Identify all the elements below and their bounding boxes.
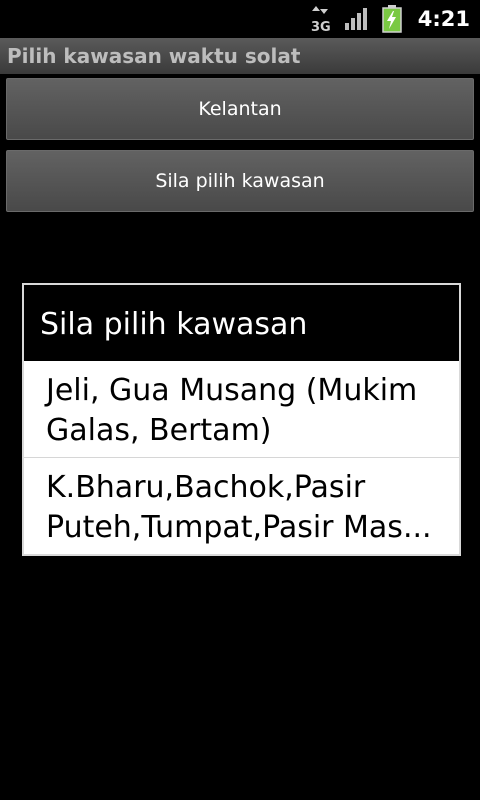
zone-option-line: Puteh,Tumpat,Pasir Mas... bbox=[46, 510, 432, 545]
status-icons: 3G 4:21 bbox=[310, 0, 470, 38]
zone-option-kota-bharu[interactable]: K.Bharu,Bachok,Pasir Puteh,Tumpat,Pasir … bbox=[24, 458, 459, 554]
network-label: 3G bbox=[311, 20, 331, 34]
app-title-bar: Pilih kawasan waktu solat bbox=[0, 38, 480, 74]
zone-option-line: Galas, Bertam) bbox=[46, 413, 272, 448]
status-bar: 3G 4:21 bbox=[0, 0, 480, 38]
app-title: Pilih kawasan waktu solat bbox=[7, 44, 301, 68]
zone-select-label: Sila pilih kawasan bbox=[155, 170, 325, 192]
dialog-title: Sila pilih kawasan bbox=[40, 307, 308, 342]
state-select-button[interactable]: Kelantan bbox=[6, 78, 474, 140]
zone-picker-dialog: Sila pilih kawasan Jeli, Gua Musang (Muk… bbox=[22, 283, 461, 556]
signal-bars-icon bbox=[344, 7, 370, 31]
network-3g-icon: 3G bbox=[310, 4, 332, 34]
zone-option-jeli-gua-musang[interactable]: Jeli, Gua Musang (Mukim Galas, Bertam) bbox=[24, 361, 459, 458]
zone-list: Jeli, Gua Musang (Mukim Galas, Bertam) K… bbox=[24, 361, 459, 554]
state-select-label: Kelantan bbox=[198, 98, 282, 120]
dialog-header: Sila pilih kawasan bbox=[24, 285, 459, 361]
zone-option-line: K.Bharu,Bachok,Pasir bbox=[46, 470, 366, 505]
status-clock: 4:21 bbox=[417, 7, 470, 31]
zone-option-line: Jeli, Gua Musang (Mukim bbox=[46, 373, 418, 408]
zone-select-button[interactable]: Sila pilih kawasan bbox=[6, 150, 474, 212]
battery-charging-icon bbox=[382, 5, 402, 33]
